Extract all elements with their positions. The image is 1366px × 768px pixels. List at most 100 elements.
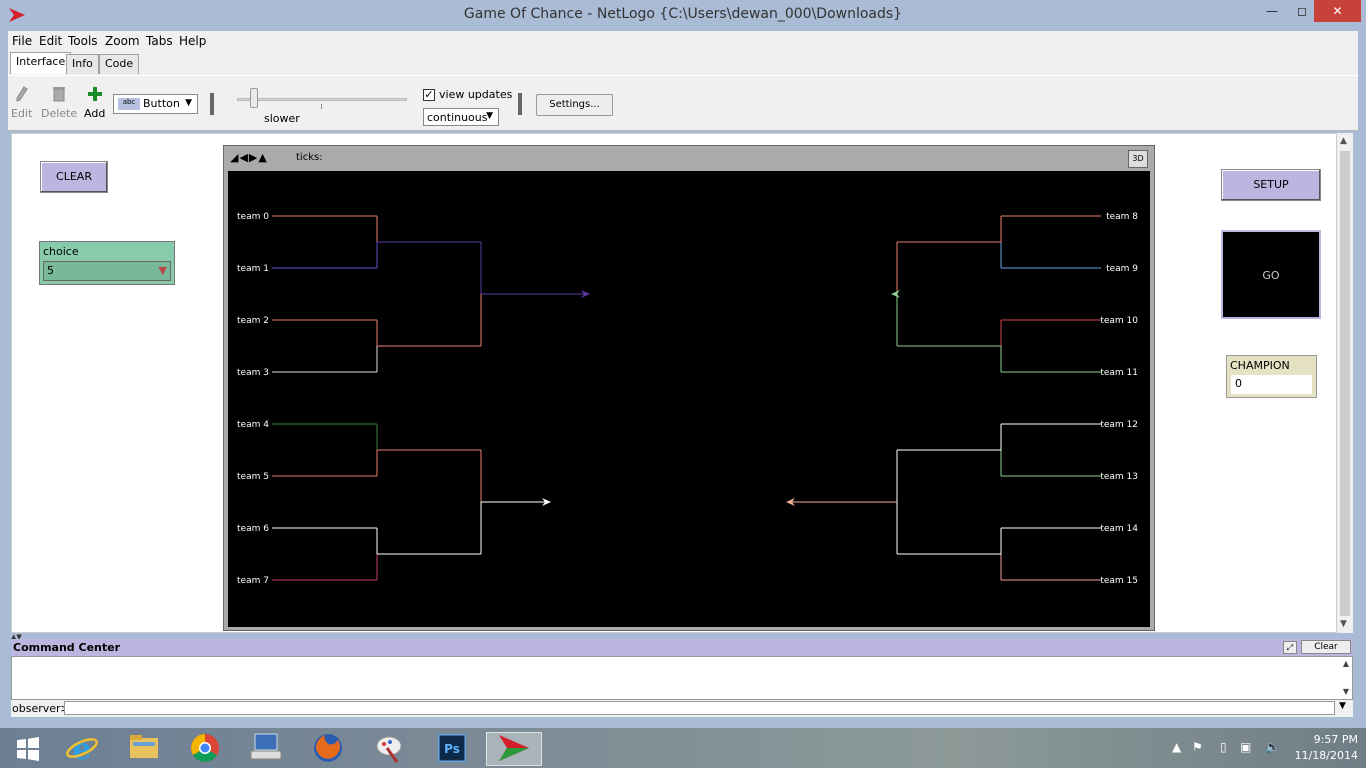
plus-icon — [87, 87, 103, 105]
team-label: team 3 — [237, 368, 269, 378]
action-center-flag-icon[interactable]: ⚑ — [1192, 740, 1203, 754]
team-label: team 11 — [1100, 368, 1138, 378]
toolbar: Edit Delete Add abc Button ▼ slower ✓ vie… — [8, 75, 1358, 131]
chrome-icon[interactable] — [177, 732, 233, 766]
view-header: ◢◀▶▲ ticks: 3D — [228, 149, 1150, 169]
ticks-label: ticks: — [296, 152, 323, 163]
menu-bar: File Edit Tools Zoom Tabs Help — [8, 31, 1358, 51]
photoshop-icon[interactable]: Ps — [424, 732, 480, 766]
view-updates-checkbox[interactable]: ✓ — [423, 89, 435, 101]
title-bar: Game Of Chance - NetLogo {C:\Users\dewan… — [0, 0, 1366, 31]
speed-label: slower — [264, 112, 300, 125]
battery-icon[interactable]: ▯ — [1220, 740, 1227, 754]
menu-zoom[interactable]: Zoom — [105, 34, 140, 48]
tab-code[interactable]: Code — [99, 54, 140, 74]
team-label: team 13 — [1100, 472, 1138, 482]
chooser-label: choice — [43, 245, 79, 258]
start-icon[interactable] — [0, 732, 56, 766]
taskbar: e Ps ▲ ⚑ ▯ ▣ 🔈 9:57 PM 11/18/2014 — [0, 728, 1366, 768]
team-label: team 5 — [237, 472, 269, 482]
menu-tabs[interactable]: Tabs — [146, 34, 173, 48]
paint-icon[interactable] — [361, 732, 417, 766]
chevron-down-icon: ▼ — [486, 111, 493, 121]
world-view-frame: ◢◀▶▲ ticks: 3D team 0 team 1 team 2 team 3t… — [223, 145, 1155, 631]
speed-slider-tick — [321, 104, 322, 109]
3d-view-button[interactable]: 3D — [1128, 150, 1148, 168]
speed-slider-thumb[interactable] — [250, 88, 258, 108]
app-window: Game Of Chance - NetLogo {C:\Users\dewan… — [0, 0, 1366, 728]
toolbar-separator — [518, 93, 522, 115]
tab-strip: Interface Info Code — [8, 51, 1358, 75]
volume-icon[interactable]: 🔈 — [1265, 740, 1280, 754]
world-view[interactable]: team 0 team 1 team 2 team 3 team 4 team 5 team… — [228, 171, 1150, 627]
close-button[interactable]: ✕ — [1314, 0, 1361, 22]
menu-tools[interactable]: Tools — [68, 34, 98, 48]
menu-file[interactable]: File — [12, 34, 32, 48]
file-explorer-icon[interactable] — [116, 732, 172, 766]
go-button[interactable]: GO — [1221, 230, 1321, 319]
team-label: team 1 — [237, 264, 269, 274]
edit-tool[interactable]: Edit — [11, 86, 32, 120]
maximize-button[interactable]: ◻ — [1287, 0, 1317, 22]
window-title: Game Of Chance - NetLogo {C:\Users\dewan… — [463, 6, 903, 22]
expand-icon[interactable]: ⤢ — [1283, 641, 1297, 654]
widget-type-value: Button — [143, 97, 180, 110]
command-input-row: observer> ▼ — [11, 700, 1353, 717]
scroll-up-icon[interactable]: ▲ — [1340, 136, 1347, 146]
triangle-down-icon: ▼ — [158, 264, 167, 277]
svg-text:Ps: Ps — [444, 742, 460, 756]
keyboard-icon[interactable] — [238, 732, 294, 766]
internet-explorer-icon[interactable]: e — [54, 732, 110, 767]
settings-button[interactable]: Settings... — [536, 94, 613, 116]
edit-tool-label: Edit — [11, 107, 33, 120]
firefox-icon[interactable] — [300, 732, 356, 766]
trash-icon — [52, 87, 66, 105]
show-hidden-icons-icon[interactable]: ▲ — [1172, 740, 1181, 754]
champion-monitor: CHAMPION 0 — [1226, 355, 1317, 398]
command-center-header: Command Center ⤢ Clear — [11, 639, 1353, 656]
choice-chooser[interactable]: choice 5 ▼ — [39, 241, 175, 285]
clock-date[interactable]: 11/18/2014 — [1288, 749, 1358, 762]
scrollbar-thumb[interactable] — [1340, 151, 1350, 616]
svg-text:e: e — [72, 732, 91, 764]
network-icon[interactable]: ▣ — [1240, 740, 1251, 754]
command-center-clear-button[interactable]: Clear — [1301, 640, 1351, 654]
clock-time[interactable]: 9:57 PM — [1298, 733, 1358, 746]
add-tool[interactable]: Add — [84, 86, 105, 120]
tab-info[interactable]: Info — [66, 54, 99, 74]
delete-tool[interactable]: Delete — [41, 86, 77, 120]
chevron-down-icon[interactable]: ▼ — [1339, 701, 1346, 711]
interface-pane: CLEAR choice 5 ▼ ◢◀▶▲ ticks: 3D team 0 te… — [11, 133, 1337, 633]
button-widget-icon: abc — [118, 98, 140, 110]
final-arrow — [891, 290, 900, 298]
delete-tool-label: Delete — [41, 107, 78, 120]
scroll-down-icon[interactable]: ▼ — [1343, 687, 1349, 696]
chooser-value[interactable]: 5 ▼ — [43, 261, 171, 281]
team-label: team 7 — [237, 576, 269, 586]
widget-type-dropdown[interactable]: abc Button ▼ — [113, 94, 198, 114]
team-label: team 12 — [1100, 420, 1138, 430]
monitor-value: 0 — [1231, 375, 1312, 394]
update-mode-value: continuous — [427, 111, 488, 124]
interface-scrollbar[interactable]: ▲ ▼ — [1337, 133, 1353, 633]
scroll-down-icon[interactable]: ▼ — [1340, 619, 1347, 629]
view-size-controls-icon[interactable]: ◢◀▶▲ — [230, 151, 268, 164]
update-mode-dropdown[interactable]: continuous ▼ — [423, 108, 499, 126]
clear-button[interactable]: CLEAR — [40, 161, 108, 193]
minimize-button[interactable]: — — [1257, 0, 1287, 22]
menu-help[interactable]: Help — [179, 34, 206, 48]
monitor-label: CHAMPION — [1230, 359, 1290, 372]
chooser-value-text: 5 — [47, 264, 54, 277]
netlogo-icon[interactable] — [486, 732, 542, 766]
speed-slider-track[interactable] — [237, 98, 407, 101]
observer-prompt[interactable]: observer> — [12, 702, 70, 715]
scroll-up-icon[interactable]: ▲ — [1343, 659, 1349, 668]
tab-interface[interactable]: Interface — [10, 52, 72, 74]
command-center-output[interactable]: ▲ ▼ — [11, 656, 1353, 700]
command-input[interactable] — [64, 701, 1335, 715]
menu-edit[interactable]: Edit — [39, 34, 62, 48]
team-label: team 9 — [1106, 264, 1138, 274]
command-center-title: Command Center — [13, 641, 121, 654]
team-label: team 0 — [237, 212, 269, 222]
setup-button[interactable]: SETUP — [1221, 169, 1321, 201]
